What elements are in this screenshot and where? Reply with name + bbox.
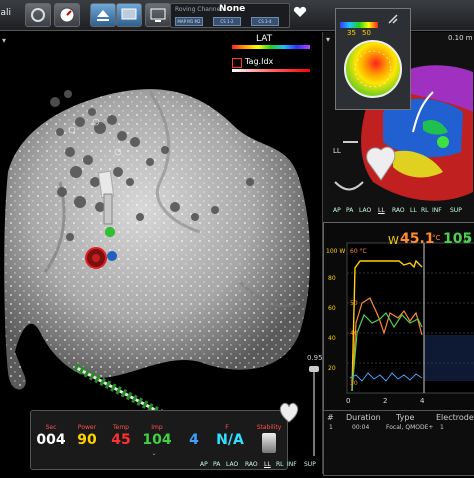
bottom-view-rl[interactable]: RL <box>276 461 284 468</box>
bottom-view-rao[interactable]: RAO <box>245 461 258 468</box>
table-cell[interactable]: Focal, QMODE+ <box>386 424 433 431</box>
force-value: N/A <box>216 432 244 448</box>
temp-tick: 30 <box>350 380 358 387</box>
tag-index-label: Tag.Idx <box>245 57 274 66</box>
screen-icon <box>150 8 166 22</box>
bullseye-plot <box>344 40 402 98</box>
power-tick: 40 <box>328 335 336 342</box>
table-cell[interactable]: 1 <box>329 424 333 431</box>
force-label: F <box>225 424 229 431</box>
power-tick: 80 <box>328 275 336 282</box>
impedance-label: Imp <box>151 424 163 431</box>
eject-icon <box>97 10 109 21</box>
bottom-view-lao[interactable]: LAO <box>226 461 238 468</box>
resize-icon[interactable] <box>386 12 406 26</box>
power-tick: 20 <box>328 365 336 372</box>
power-value: 90 <box>77 432 97 448</box>
bullseye-range-high: 50 <box>362 29 371 37</box>
seconds-value: 004 <box>36 432 66 448</box>
lat-label: LAT <box>256 34 273 44</box>
toolbar-left-label: iali <box>0 8 12 18</box>
impedance-value: 104 <box>142 432 172 448</box>
channel-chip[interactable]: CS 3-4 <box>251 17 279 26</box>
column-header-electrode[interactable]: Electrode <box>436 413 474 422</box>
right-panel-menu[interactable]: ▾ <box>326 35 330 44</box>
table-cell[interactable]: 1 <box>440 424 444 431</box>
contact-value: 4 <box>189 432 199 448</box>
bullseye-range-low: 35 <box>347 29 356 37</box>
tag-index-checkbox[interactable] <box>232 58 242 68</box>
bottom-view-inf[interactable]: INF <box>287 461 297 468</box>
map-3d-view[interactable]: ▾ <box>0 32 322 474</box>
column-header-type[interactable]: Type <box>396 413 414 422</box>
gauge-icon <box>59 7 75 23</box>
x-tick: 4 <box>420 397 425 405</box>
x-tick: 0 <box>346 397 351 405</box>
roving-channel-label: Roving Channel: <box>175 6 224 13</box>
view-inf-button[interactable]: INF <box>432 207 442 214</box>
map-collapse-control[interactable]: ▾ <box>2 36 6 45</box>
screen-capture-button[interactable] <box>145 3 171 27</box>
temp-value: 45 <box>111 432 131 448</box>
temp-label: Temp <box>113 424 129 431</box>
monitor-icon <box>121 8 137 20</box>
record-button[interactable] <box>116 3 142 27</box>
roving-channel-value: None <box>219 4 246 14</box>
zoom-value: 0.95 <box>307 354 323 362</box>
view-sup-button[interactable]: SUP <box>450 207 462 214</box>
impedance-unit: Ω <box>464 235 470 243</box>
snapshot-button[interactable] <box>90 3 116 27</box>
bottom-view-ap[interactable]: AP <box>200 461 208 468</box>
ablation-trend-chart <box>346 242 474 394</box>
view-pa-button[interactable]: PA <box>346 207 353 214</box>
view-ap-button[interactable]: AP <box>333 207 341 214</box>
heart-status-icon <box>292 3 308 17</box>
bullseye-color-scale <box>340 22 378 28</box>
bottom-view-sup[interactable]: SUP <box>304 461 316 468</box>
temperature-unit: °C <box>432 234 441 242</box>
temperature-readout: 45.1 <box>400 231 435 247</box>
roving-channel-box[interactable]: Roving Channel: None MAP M1 M2 CS 1-2 CS… <box>170 3 290 28</box>
view-rl-button[interactable]: RL <box>421 207 429 214</box>
ablation-index-button[interactable] <box>54 3 80 27</box>
bottom-view-pa[interactable]: PA <box>213 461 220 468</box>
heart-view-label: LL <box>333 147 341 155</box>
column-header-number[interactable]: # <box>327 413 334 422</box>
time-scale-label: 0.10 m <box>448 34 473 42</box>
view-lao-button[interactable]: LAO <box>359 207 371 214</box>
power-tick: 100 W <box>326 248 346 255</box>
rotate-icon <box>31 8 45 22</box>
power-label: Power <box>77 424 97 431</box>
stability-indicator-icon <box>262 433 276 453</box>
table-cell[interactable]: 00:04 <box>352 424 369 431</box>
temp-tick: 40 <box>350 330 358 337</box>
view-ll-button[interactable]: LL <box>378 207 385 214</box>
zoom-slider-handle[interactable] <box>309 366 319 372</box>
seconds-label: Sec <box>45 424 57 431</box>
zoom-slider[interactable] <box>313 366 315 456</box>
temp-tick: 50 <box>350 300 358 307</box>
view-ll2-button[interactable]: LL <box>410 207 417 214</box>
power-unit-label: W <box>388 234 399 247</box>
cardiac-chamber-model[interactable] <box>0 32 322 474</box>
rotate-map-button[interactable] <box>25 3 51 27</box>
channel-chip[interactable]: MAP M1 M2 <box>175 17 203 26</box>
power-tick: 60 <box>328 305 336 312</box>
view-rao-button[interactable]: RAO <box>392 207 405 214</box>
temp-tick: 60 °C <box>350 248 367 255</box>
lat-color-scale <box>232 45 310 49</box>
ablation-graph-panel <box>323 222 474 412</box>
column-header-duration[interactable]: Duration <box>346 413 381 422</box>
channel-chip[interactable]: CS 1-2 <box>213 17 241 26</box>
stability-label: Stability <box>256 424 282 431</box>
bottom-view-ll[interactable]: LL <box>264 461 271 468</box>
heart-orientation-icon[interactable] <box>276 400 302 424</box>
impedance-expand-icon[interactable]: ⌄ <box>139 450 169 457</box>
tag-index-scale <box>232 69 310 72</box>
x-tick: 2 <box>383 397 388 405</box>
